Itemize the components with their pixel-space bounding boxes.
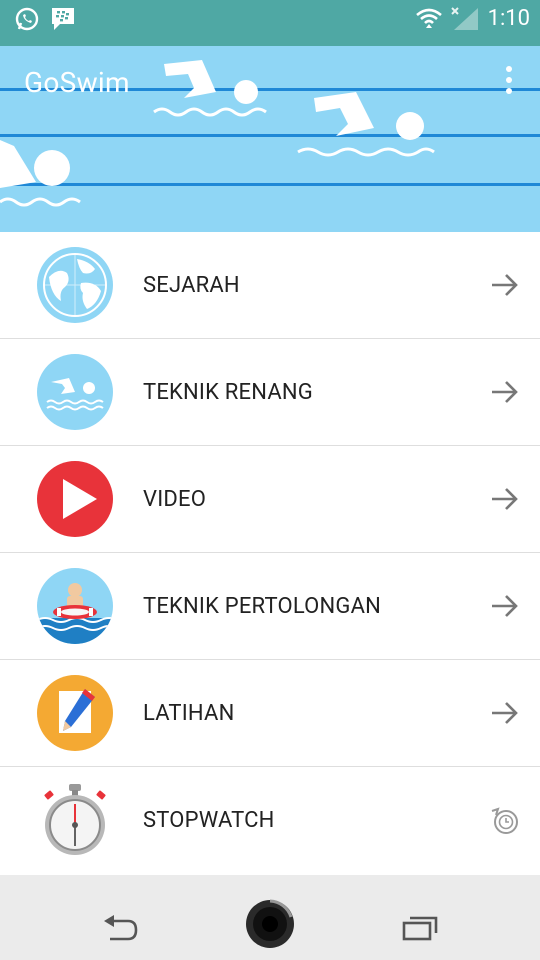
- lifebuoy-icon: [37, 568, 113, 644]
- menu-item-label: STOPWATCH: [143, 808, 275, 833]
- history-icon: [491, 807, 518, 834]
- arrow-right-icon: [492, 702, 518, 724]
- swimmer-decoration: [297, 92, 435, 157]
- arrow-right-icon: [492, 595, 518, 617]
- system-nav-bar: [0, 875, 540, 960]
- app-header: GoSwim: [0, 46, 540, 232]
- menu-item-sejarah[interactable]: SEJARAH: [0, 232, 540, 339]
- swimmer-decoration: [0, 140, 81, 207]
- signal-icon: [450, 7, 478, 30]
- arrow-right-icon: [492, 274, 518, 296]
- menu-item-teknik-renang[interactable]: TEKNIK RENANG: [0, 339, 540, 446]
- home-icon[interactable]: [245, 899, 295, 949]
- whatsapp-icon: [15, 7, 39, 31]
- wifi-icon: [415, 8, 442, 28]
- menu-list: SEJARAH TEKNIK RENANG VIDEO TEKNIK PERTO…: [0, 232, 540, 875]
- globe-icon: [37, 247, 113, 323]
- swimmer-icon: [37, 354, 113, 430]
- clock: 1:10: [487, 6, 530, 31]
- lane-line: [0, 134, 540, 137]
- menu-item-stopwatch[interactable]: STOPWATCH: [0, 767, 540, 874]
- menu-item-label: LATIHAN: [143, 701, 235, 726]
- menu-item-label: VIDEO: [143, 487, 207, 512]
- arrow-right-icon: [492, 381, 518, 403]
- play-icon: [37, 461, 113, 537]
- menu-item-label: SEJARAH: [143, 273, 240, 298]
- menu-item-label: TEKNIK PERTOLONGAN: [143, 594, 382, 619]
- overflow-menu-icon[interactable]: [504, 64, 514, 96]
- bbm-icon: [52, 8, 74, 30]
- menu-item-latihan[interactable]: LATIHAN: [0, 660, 540, 767]
- recents-icon[interactable]: [402, 915, 438, 941]
- notepad-icon: [37, 675, 113, 751]
- stopwatch-icon: [44, 784, 106, 855]
- menu-item-video[interactable]: VIDEO: [0, 446, 540, 553]
- swimmer-decoration: [153, 60, 267, 117]
- status-bar: 1:10: [0, 0, 540, 46]
- app-title: GoSwim: [24, 66, 130, 99]
- menu-item-label: TEKNIK RENANG: [143, 380, 313, 405]
- back-icon[interactable]: [102, 915, 140, 943]
- menu-item-teknik-pertolongan[interactable]: TEKNIK PERTOLONGAN: [0, 553, 540, 660]
- arrow-right-icon: [492, 488, 518, 510]
